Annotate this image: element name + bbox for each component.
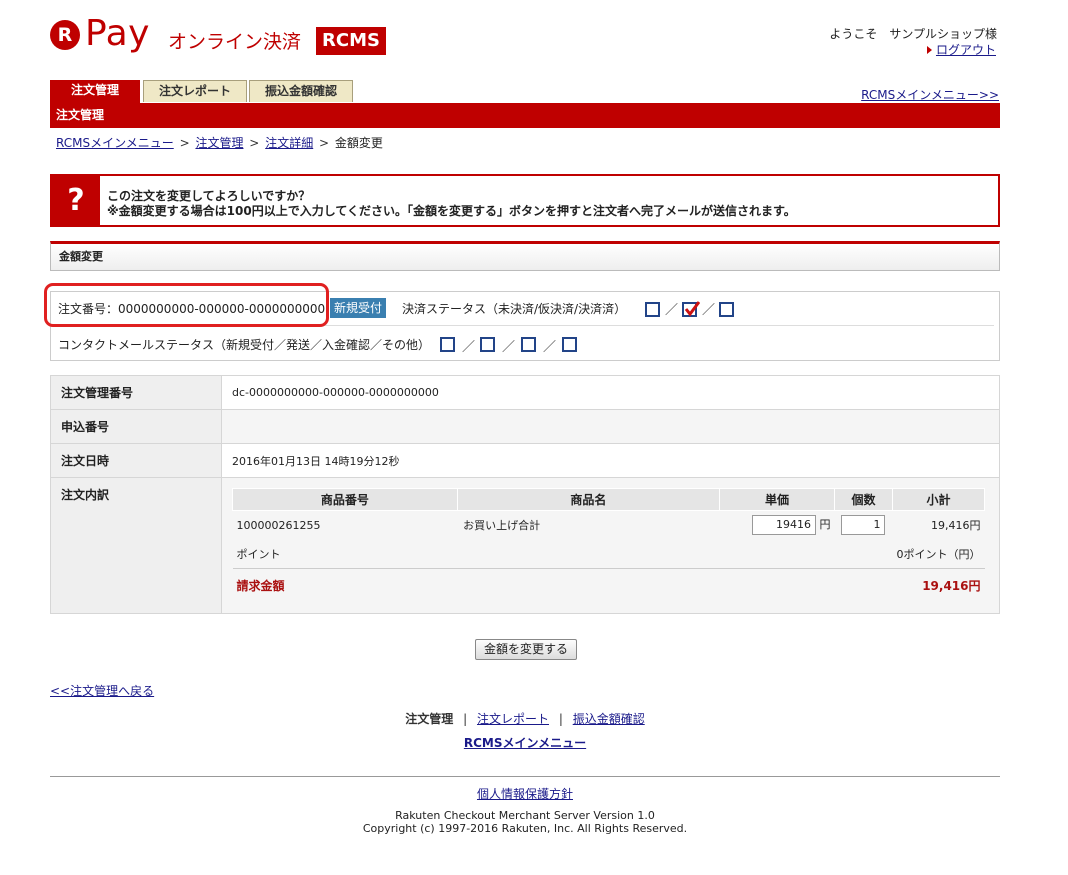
slash-separator: ／: [702, 303, 716, 318]
unit-price-cell: 19416 円: [720, 511, 835, 540]
breadcrumb-separator: >: [249, 136, 260, 150]
detail-row: 注文管理番号 dc-0000000000-000000-0000000000: [50, 375, 1000, 410]
tab-transfer-amount[interactable]: 振込金額確認: [249, 80, 353, 102]
detail-label: 申込番号: [50, 409, 222, 444]
slash-separator: ／: [665, 303, 679, 318]
order-details-table: 注文管理番号 dc-0000000000-000000-0000000000 申…: [50, 375, 1000, 614]
footer-separator: |: [463, 712, 468, 726]
tab-order-management[interactable]: 注文管理: [50, 80, 140, 103]
footer-transfer-amount-link[interactable]: 振込金額確認: [573, 712, 645, 726]
col-unit-price: 単価: [719, 488, 835, 511]
unit-price-input[interactable]: 19416: [752, 515, 816, 536]
breakdown-cell: 商品番号 商品名 単価 個数 小計 100000261255 お買い上げ合計 1…: [221, 477, 1000, 614]
quantity-cell: 1: [835, 511, 893, 540]
welcome-text: ようこそ サンプルショップ様: [829, 27, 997, 41]
footer-rcms-menu-wrap: RCMSメインメニュー: [0, 734, 1050, 751]
confirm-message-box: ? この注文を変更してよろしいですか？ ※金額変更する場合は100円以上で入力し…: [50, 174, 1000, 227]
detail-value: dc-0000000000-000000-0000000000: [221, 375, 1000, 410]
breakdown-table: 商品番号 商品名 単価 個数 小計 100000261255 お買い上げ合計 1…: [232, 488, 986, 603]
col-product-name: 商品名: [456, 488, 721, 511]
detail-label: 注文日時: [50, 443, 222, 478]
footer-nav: 注文管理 | 注文レポート | 振込金額確認: [0, 710, 1050, 727]
slash-separator: ／: [462, 340, 476, 355]
back-to-order-management-link[interactable]: <<注文管理へ戻る: [50, 682, 154, 699]
table-row: 100000261255 お買い上げ合計 19416 円 1 19,416円: [233, 511, 985, 540]
page-bar-title: 注文管理: [50, 103, 1000, 128]
footer-order-report-link[interactable]: 注文レポート: [477, 712, 549, 726]
change-amount-button[interactable]: 金額を変更する: [475, 639, 577, 660]
logout-link-wrap: ログアウト: [926, 41, 996, 58]
total-label: 請求金額: [232, 568, 458, 603]
product-name: お買い上げ合計: [463, 519, 541, 533]
table-row: 請求金額 19,416円: [232, 568, 985, 603]
yen-unit: 円: [819, 518, 831, 532]
detail-row: 注文内訳 商品番号 商品名 単価 個数 小計 100000261255 お買い上…: [50, 477, 1000, 614]
confirm-line-2: ※金額変更する場合は100円以上で入力してください。「金額を変更する」ボタンを押…: [107, 204, 796, 218]
footer-divider: [50, 776, 1000, 777]
logo-subtitle: オンライン決済: [168, 31, 302, 53]
breadcrumb: RCMSメインメニュー > 注文管理 > 注文詳細 > 金額変更: [56, 134, 383, 151]
detail-value: 2016年01月13日 14時19分12秒: [221, 443, 1000, 478]
subtotal: 19,416円: [931, 519, 981, 533]
version-text: Rakuten Checkout Merchant Server Version…: [395, 809, 655, 822]
col-subtotal: 小計: [891, 488, 986, 511]
settlement-status-label: 決済ステータス（未決済/仮決済/決済済）: [402, 302, 627, 316]
detail-row: 注文日時 2016年01月13日 14時19分12秒: [50, 443, 1000, 478]
breadcrumb-separator: >: [179, 136, 190, 150]
footer-rcms-menu-link[interactable]: RCMSメインメニュー: [464, 736, 586, 750]
points-value: 0ポイント（円）: [896, 547, 981, 561]
detail-value: [221, 409, 1000, 444]
footer-nav-current: 注文管理: [405, 712, 454, 726]
copyright-text: Copyright (c) 1997-2016 Rakuten, Inc. Al…: [362, 822, 688, 835]
quantity-input[interactable]: 1: [841, 515, 886, 536]
breadcrumb-current: 金額変更: [334, 136, 383, 150]
section-title: 金額変更: [50, 241, 1000, 271]
settlement-settled-checkbox[interactable]: [719, 302, 734, 317]
mail-payment-checkbox[interactable]: [521, 337, 536, 352]
tab-order-report[interactable]: 注文レポート: [143, 80, 247, 102]
breadcrumb-order-detail[interactable]: 注文詳細: [265, 136, 313, 150]
col-product-number: 商品番号: [232, 488, 458, 511]
rakuten-r-logo-icon: R: [50, 20, 80, 50]
detail-label: 注文管理番号: [50, 375, 222, 410]
detail-row: 申込番号: [50, 409, 1000, 444]
breadcrumb-order-management[interactable]: 注文管理: [195, 136, 243, 150]
col-quantity: 個数: [834, 488, 893, 511]
triangle-right-icon: [926, 46, 932, 54]
mail-other-checkbox[interactable]: [562, 337, 577, 352]
settlement-provisional-checkbox[interactable]: [682, 301, 700, 317]
detail-label: 注文内訳: [50, 477, 222, 614]
logo-rcms: RCMS: [316, 27, 386, 55]
highlight-ring: [44, 283, 329, 327]
checkmark-icon: [684, 301, 700, 317]
rcms-main-menu-link-top[interactable]: RCMSメインメニュー>>: [861, 86, 999, 103]
status-badge: 新規受付: [330, 298, 387, 318]
mail-new-checkbox[interactable]: [440, 337, 455, 352]
slash-separator: ／: [543, 340, 557, 355]
breadcrumb-rcms-menu[interactable]: RCMSメインメニュー: [56, 136, 174, 150]
breadcrumb-separator: >: [319, 136, 330, 150]
product-number: 100000261255: [236, 518, 321, 532]
contact-mail-status-label: コンタクトメールステータス（新規受付／発送／入金確認／その他）: [58, 338, 431, 352]
mail-shipped-checkbox[interactable]: [480, 337, 495, 352]
logout-link[interactable]: ログアウト: [936, 43, 996, 57]
table-row: ポイント 0ポイント（円）: [233, 540, 985, 569]
slash-separator: ／: [502, 340, 516, 355]
logo-pay-text: Pay: [85, 13, 150, 54]
privacy-wrap: 個人情報保護方針: [0, 785, 1050, 802]
total-value: 19,416円: [892, 568, 985, 603]
settlement-unsettled-checkbox[interactable]: [645, 302, 660, 317]
privacy-policy-link[interactable]: 個人情報保護方針: [477, 787, 573, 801]
footer-separator: |: [558, 712, 563, 726]
points-label: ポイント: [236, 547, 281, 561]
question-icon: ?: [52, 176, 100, 225]
